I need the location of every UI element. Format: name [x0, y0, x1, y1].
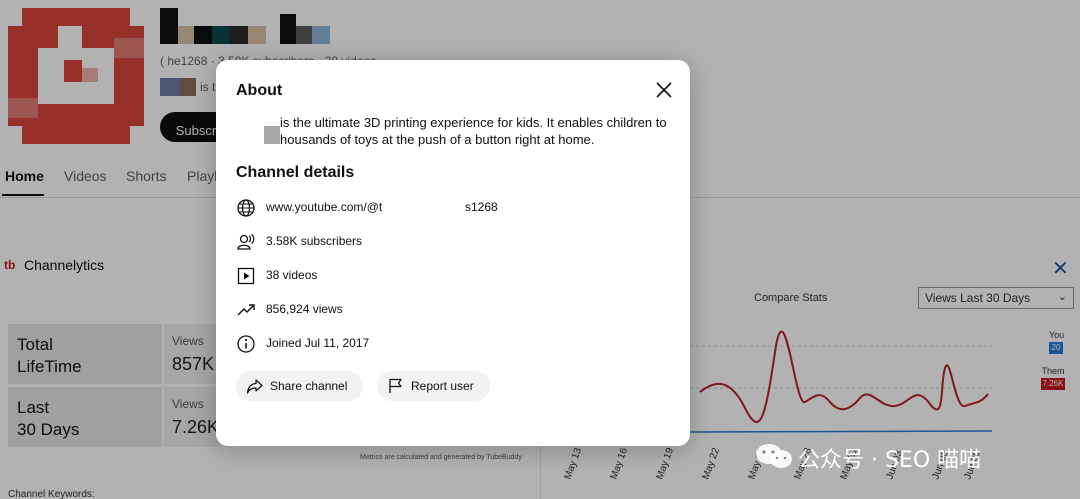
- description-line-1: is the ultimate 3D printing experience f…: [280, 115, 667, 130]
- joined-date: Joined Jul 11, 2017: [266, 336, 370, 350]
- detail-videos: 38 videos: [236, 264, 666, 288]
- trending-icon: [236, 300, 256, 320]
- close-icon[interactable]: [652, 78, 676, 102]
- views-count: 856,924 views: [266, 302, 343, 316]
- detail-subscribers: 3.58K subscribers: [236, 230, 666, 254]
- report-user-label: Report user: [411, 379, 474, 393]
- channel-url-prefix[interactable]: www.youtube.com/@t: [266, 200, 382, 214]
- watermark: 公众号 · SEO 喵喵: [754, 438, 1054, 474]
- detail-joined: Joined Jul 11, 2017: [236, 332, 666, 356]
- channel-url-suffix[interactable]: s1268: [465, 200, 498, 214]
- globe-icon: [236, 198, 256, 218]
- report-user-button[interactable]: Report user: [377, 371, 490, 401]
- dialog-title: About: [236, 82, 283, 99]
- channel-details-heading: Channel details: [236, 164, 355, 181]
- share-channel-button[interactable]: Share channel: [236, 371, 363, 401]
- person-icon: [236, 232, 256, 252]
- flag-icon: [387, 377, 405, 395]
- detail-views: 856,924 views: [236, 298, 666, 322]
- play-box-icon: [236, 266, 256, 286]
- share-icon: [246, 377, 264, 395]
- info-icon: [236, 334, 256, 354]
- description-line-2: housands of toys at the push of a button…: [280, 132, 595, 147]
- detail-url[interactable]: www.youtube.com/@t s1268: [236, 196, 666, 220]
- redacted-block: [264, 126, 280, 144]
- wechat-logo-icon: [756, 444, 792, 468]
- subscribers-count: 3.58K subscribers: [266, 234, 363, 248]
- watermark-text: 公众号 · SEO 喵喵: [798, 448, 982, 473]
- share-channel-label: Share channel: [270, 379, 348, 393]
- videos-count: 38 videos: [266, 268, 318, 282]
- about-dialog: About is the ultimate 3D printing experi…: [216, 60, 690, 446]
